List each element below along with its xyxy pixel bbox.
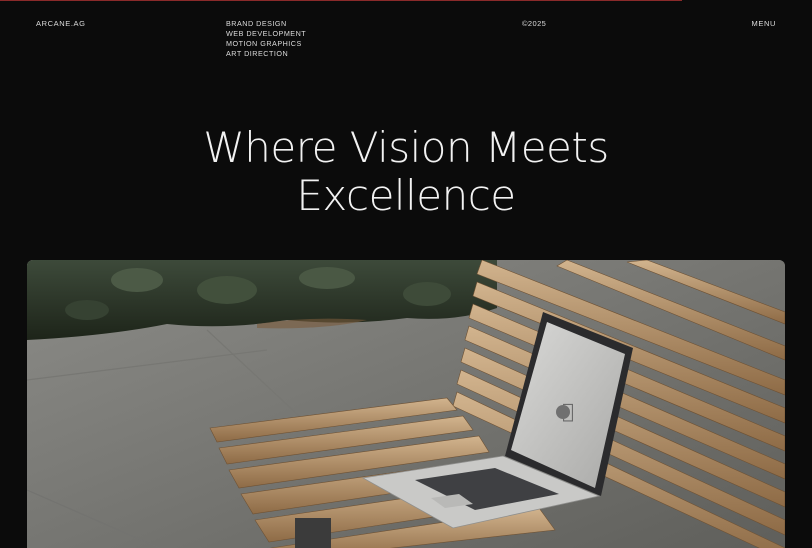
menu-button[interactable]: MENU xyxy=(752,19,776,28)
hero-image-laptop-on-bench:  xyxy=(27,260,785,548)
service-link[interactable]: BRAND DESIGN xyxy=(226,19,287,28)
service-item-brand-design: BRAND DESIGN xyxy=(226,19,306,29)
brand-logo-link[interactable]: ARCANE.AG xyxy=(36,19,86,28)
service-link[interactable]: MOTION GRAPHICS xyxy=(226,39,302,48)
hero-title-line-2: Excellence xyxy=(296,171,516,220)
hero-title: Where Vision Meets Excellence xyxy=(0,124,812,220)
service-item-art-direction: ART DIRECTION xyxy=(226,49,306,59)
service-link[interactable]: WEB DEVELOPMENT xyxy=(226,29,306,38)
site-header: ARCANE.AG BRAND DESIGN WEB DEVELOPMENT M… xyxy=(0,0,812,70)
services-list: BRAND DESIGN WEB DEVELOPMENT MOTION GRAP… xyxy=(226,19,306,59)
hero-title-line-1: Where Vision Meets xyxy=(203,123,609,172)
hero-photo-illustration:  xyxy=(27,260,785,548)
service-link[interactable]: ART DIRECTION xyxy=(226,49,288,58)
copyright-text: ©2025 xyxy=(522,19,547,28)
service-item-web-development: WEB DEVELOPMENT xyxy=(226,29,306,39)
service-item-motion-graphics: MOTION GRAPHICS xyxy=(226,39,306,49)
